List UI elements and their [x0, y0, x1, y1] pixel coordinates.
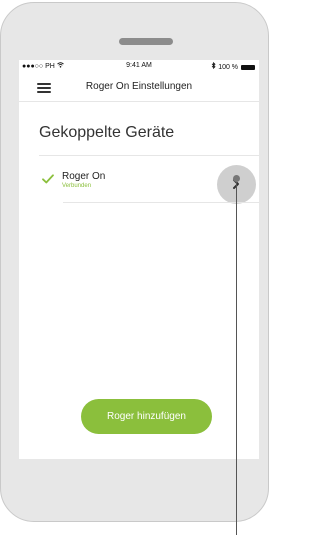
callout-line: [236, 178, 237, 535]
app-screen: ●●●○○ PH 9:41 AM 100 % Roger On Einstell: [19, 60, 259, 459]
header-divider: [19, 101, 259, 102]
callout-dot: [233, 175, 240, 182]
section-title: Gekoppelte Geräte: [39, 124, 175, 141]
phone-frame: ●●●○○ PH 9:41 AM 100 % Roger On Einstell: [0, 2, 269, 522]
device-list-item[interactable]: Roger On Verbunden: [39, 163, 259, 204]
battery-status: 100 %: [211, 61, 255, 71]
section-divider: [39, 155, 259, 156]
phone-speaker: [119, 38, 173, 45]
device-status: Verbunden: [62, 183, 92, 189]
battery-icon: [241, 64, 255, 70]
device-name: Roger On: [62, 171, 106, 182]
status-bar: ●●●○○ PH 9:41 AM 100 %: [19, 60, 259, 73]
navigation-bar: Roger On Einstellungen: [19, 73, 259, 101]
checkmark-icon: [42, 171, 54, 184]
page-title: Roger On Einstellungen: [85, 81, 193, 92]
row-divider: [63, 202, 259, 203]
battery-percent: 100 %: [218, 64, 239, 71]
add-roger-button[interactable]: Roger hinzufügen: [81, 399, 212, 434]
